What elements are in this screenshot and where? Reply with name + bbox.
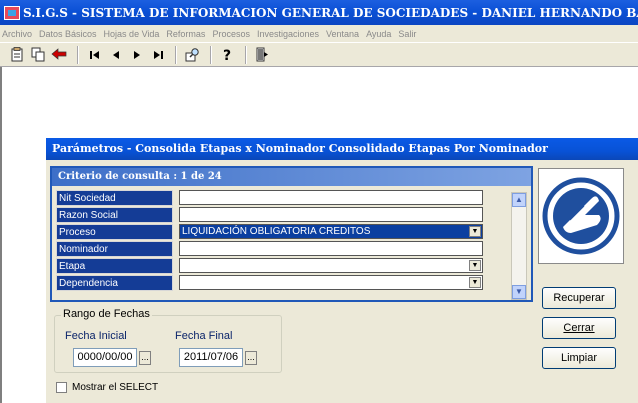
menu-investigaciones[interactable]: Investigaciones	[257, 29, 319, 39]
etapa-select[interactable]: ▼	[179, 258, 483, 273]
chevron-down-icon[interactable]: ▼	[469, 260, 481, 271]
toolbar-separator	[210, 45, 212, 64]
criteria-panel: Criterio de consulta : 1 de 24 Nit Socie…	[50, 166, 533, 302]
show-select-checkbox[interactable]	[56, 382, 67, 393]
criteria-list: Nit Sociedad Razon Social Proceso LIQUID…	[56, 190, 514, 292]
toolbar: ?	[0, 42, 638, 67]
next-record-icon[interactable]	[127, 45, 146, 64]
parameters-dialog: Parámetros - Consolida Etapas x Nominado…	[46, 138, 638, 403]
end-date-picker-button[interactable]: ...	[245, 351, 257, 365]
nit-sociedad-input[interactable]	[179, 190, 483, 205]
company-logo-panel	[538, 168, 624, 264]
criteria-row: Proceso LIQUIDACIÓN OBLIGATORIA CREDITOS…	[56, 224, 514, 240]
criteria-label-nominador: Nominador	[56, 241, 173, 257]
paste-icon[interactable]	[8, 45, 27, 64]
show-select-label: Mostrar el SELECT	[72, 382, 159, 393]
date-range-legend: Rango de Fechas	[61, 308, 152, 320]
exit-door-icon[interactable]	[253, 45, 272, 64]
criteria-row: Etapa ▼	[56, 258, 514, 274]
recuperar-button[interactable]: Recuperar	[542, 287, 616, 309]
main-title-bar[interactable]: S.I.G.S - SISTEMA DE INFORMACION GENERAL…	[0, 0, 638, 25]
app-icon	[4, 5, 20, 20]
start-date-input[interactable]: 0000/00/00	[73, 348, 137, 367]
criteria-label-dependencia: Dependencia	[56, 275, 173, 291]
criteria-row: Razon Social	[56, 207, 514, 223]
dependencia-select[interactable]: ▼	[179, 275, 483, 290]
toolbar-separator	[245, 45, 247, 64]
copy-icon[interactable]	[29, 45, 48, 64]
razon-social-input[interactable]	[179, 207, 483, 222]
criteria-row: Nit Sociedad	[56, 190, 514, 206]
back-arrow-icon[interactable]	[50, 45, 69, 64]
menu-datos-basicos[interactable]: Datos Básicos	[39, 29, 97, 39]
criteria-label-razon-social: Razon Social	[56, 207, 173, 223]
menu-hojas-de-vida[interactable]: Hojas de Vida	[104, 29, 160, 39]
dialog-title[interactable]: Parámetros - Consolida Etapas x Nominado…	[46, 138, 638, 160]
toolbar-separator	[77, 45, 79, 64]
menu-reformas[interactable]: Reformas	[166, 29, 205, 39]
nominador-input[interactable]	[179, 241, 483, 256]
criteria-label-etapa: Etapa	[56, 258, 173, 274]
previous-record-icon[interactable]	[106, 45, 125, 64]
search-icon[interactable]	[183, 45, 202, 64]
criteria-label-proceso: Proceso	[56, 224, 173, 240]
start-date-label: Fecha Inicial	[65, 330, 127, 342]
menu-salir[interactable]: Salir	[398, 29, 416, 39]
first-record-icon[interactable]	[85, 45, 104, 64]
criteria-row: Nominador	[56, 241, 514, 257]
criteria-row: Dependencia ▼	[56, 275, 514, 291]
limpiar-button[interactable]: Limpiar	[542, 347, 616, 369]
menu-bar: Archivo Datos Básicos Hojas de Vida Refo…	[0, 25, 638, 42]
end-date-input[interactable]: 2011/07/06	[179, 348, 243, 367]
date-range-group: Rango de Fechas Fecha Inicial Fecha Fina…	[54, 308, 282, 373]
menu-archivo[interactable]: Archivo	[2, 29, 32, 39]
chevron-down-icon[interactable]: ▼	[469, 277, 481, 288]
scroll-down-icon[interactable]: ▼	[512, 285, 526, 299]
scroll-up-icon[interactable]: ▲	[512, 193, 526, 207]
criteria-label-nit-sociedad: Nit Sociedad	[56, 190, 173, 206]
help-icon[interactable]: ?	[218, 45, 237, 64]
svg-text:?: ?	[223, 48, 231, 62]
proceso-select[interactable]: LIQUIDACIÓN OBLIGATORIA CREDITOS ▼	[179, 224, 483, 239]
cerrar-button-label: Cerrar	[563, 322, 595, 334]
menu-ayuda[interactable]: Ayuda	[366, 29, 391, 39]
window-title: S.I.G.S - SISTEMA DE INFORMACION GENERAL…	[23, 5, 638, 20]
start-date-picker-button[interactable]: ...	[139, 351, 151, 365]
proceso-selected-value: LIQUIDACIÓN OBLIGATORIA CREDITOS	[182, 226, 371, 237]
supersociedades-logo	[542, 177, 620, 255]
end-date-label: Fecha Final	[175, 330, 233, 342]
menu-procesos[interactable]: Procesos	[212, 29, 250, 39]
show-select-option[interactable]: Mostrar el SELECT	[56, 382, 158, 393]
criteria-header: Criterio de consulta : 1 de 24	[52, 168, 531, 186]
chevron-down-icon[interactable]: ▼	[469, 226, 481, 237]
toolbar-separator	[175, 45, 177, 64]
menu-ventana[interactable]: Ventana	[326, 29, 359, 39]
last-record-icon[interactable]	[148, 45, 167, 64]
cerrar-button[interactable]: Cerrar	[542, 317, 616, 339]
criteria-scrollbar[interactable]: ▲ ▼	[511, 192, 527, 300]
